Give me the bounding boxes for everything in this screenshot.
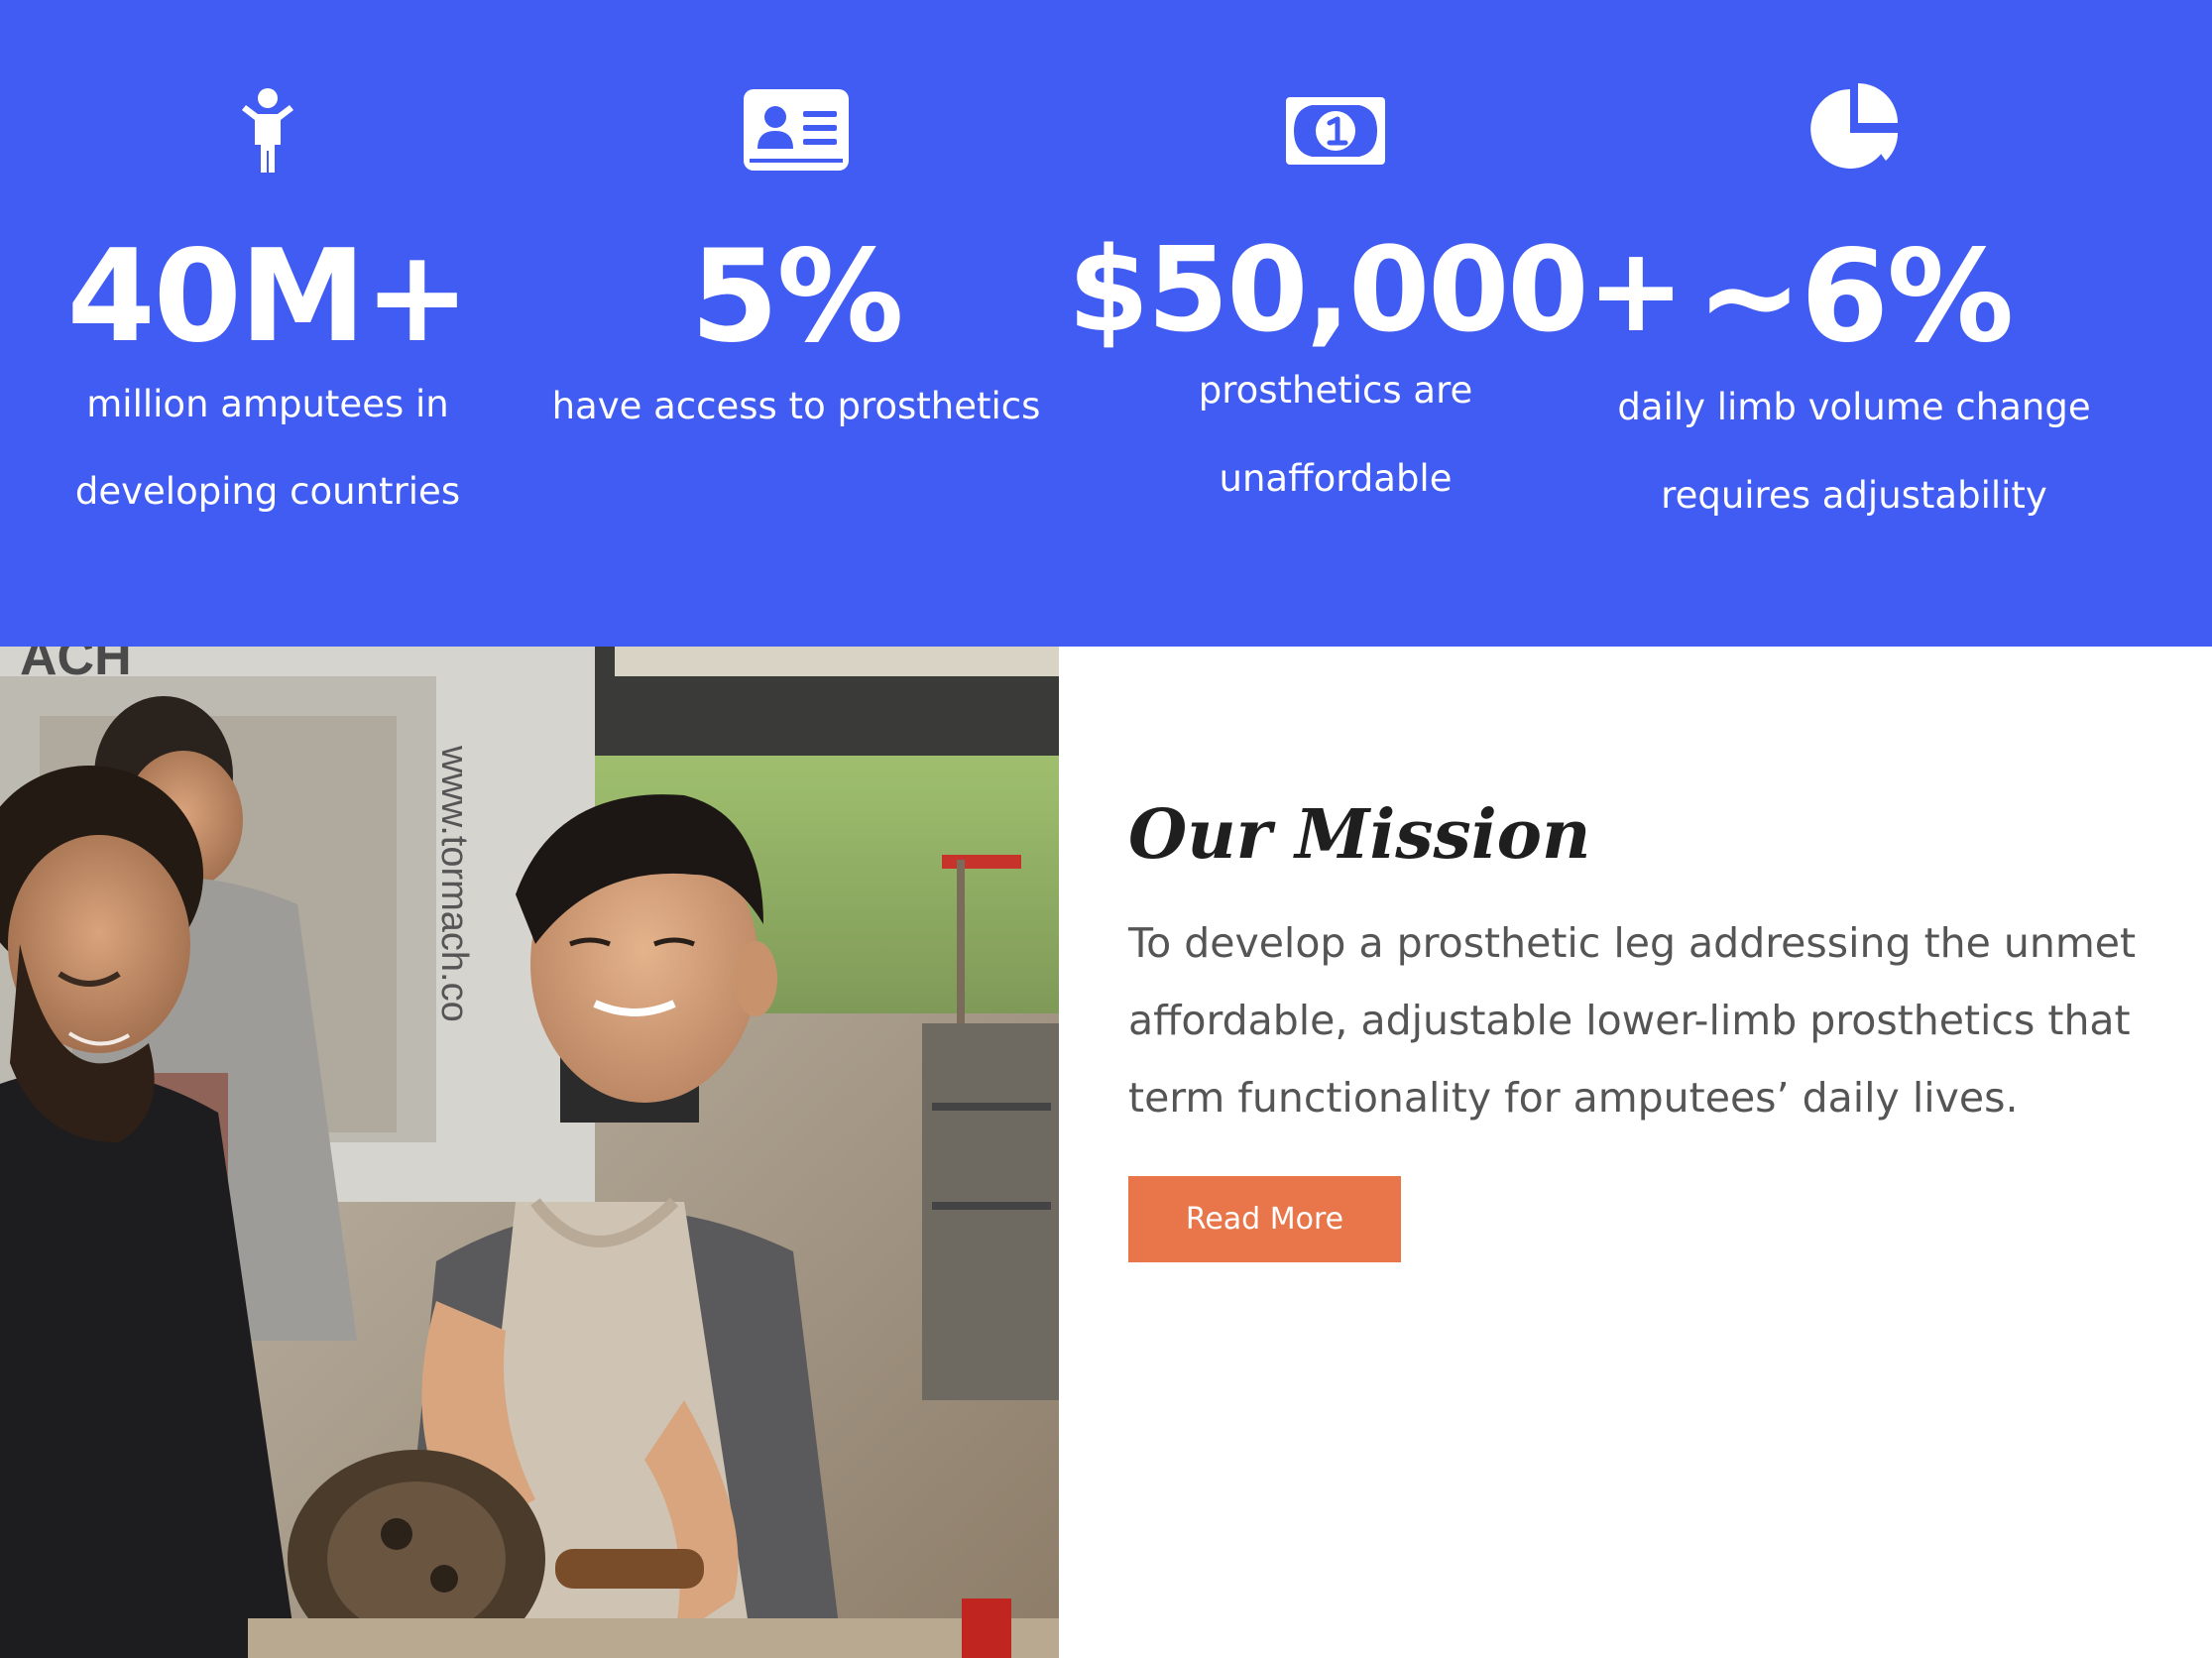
stats-band: 40M+ million amputees in developing coun… [0, 0, 2212, 647]
mission-text-line: term functionality for amputees’ daily l… [1128, 1074, 2019, 1122]
stat-value: 40M+ [66, 223, 471, 371]
stat-value: $50,000+ [1068, 221, 1685, 358]
stat-caption: million amputees in developing countries [74, 383, 461, 513]
mission-text-line: To develop a prosthetic leg addressing t… [1128, 919, 2137, 967]
mission-text: To develop a prosthetic leg addressing t… [1128, 904, 2212, 1136]
mission-text-line: affordable, adjustable lower-limb prosth… [1128, 997, 2131, 1044]
dollar-bill-icon [1286, 97, 1385, 165]
mission-title: Our Mission [1128, 795, 1591, 875]
stat-value: 5% [690, 223, 903, 371]
child-icon [242, 88, 293, 173]
stat-value: ~6% [1695, 223, 2015, 371]
pie-chart-icon [1810, 83, 1899, 169]
id-card-icon [744, 89, 849, 171]
stat-caption: prosthetics are unaffordable [1198, 369, 1473, 500]
read-more-button[interactable]: Read More [1128, 1176, 1401, 1262]
signage-side: www.tormach.co [433, 745, 475, 1022]
stat-caption: daily limb volume change requires adjust… [1617, 386, 2091, 517]
workshop-photo: ACH www.tormach.co [0, 647, 1059, 1658]
students-working-at-lathe-photo: ACH www.tormach.co [0, 647, 1059, 1658]
mission-section: Our Mission To develop a prosthetic leg … [1059, 647, 2212, 1658]
signage-top: ACH [20, 647, 132, 686]
stat-caption: have access to prosthetics [551, 385, 1041, 427]
